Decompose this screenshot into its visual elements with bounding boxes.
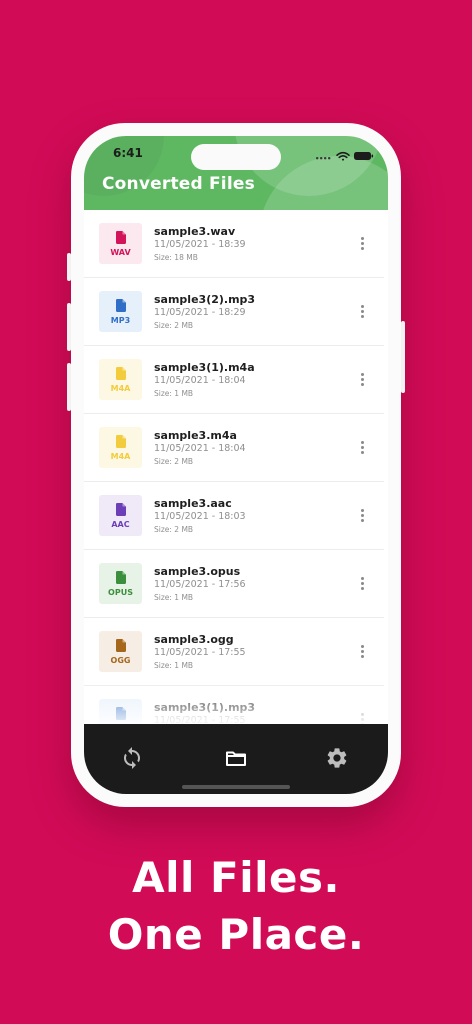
file-name: sample3(2).mp3 [154, 293, 256, 306]
file-extension-label: OGG [110, 656, 131, 665]
file-icon [116, 435, 126, 448]
file-name: sample3.aac [154, 497, 232, 510]
app-screen: 6:41 Converted Files WAV sample3.wav 11/… [84, 136, 388, 794]
file-icon [116, 367, 126, 380]
file-icon [116, 503, 126, 516]
file-icon [116, 571, 126, 584]
file-size: Size: 2 MB [154, 457, 194, 466]
more-options-icon[interactable] [354, 302, 372, 320]
status-time: 6:41 [113, 146, 143, 160]
file-size: Size: 18 MB [154, 253, 198, 262]
tab-convert[interactable] [120, 746, 144, 770]
battery-icon [354, 152, 374, 160]
file-extension-label: AAC [111, 520, 130, 529]
tagline-line-2: One Place. [107, 910, 365, 959]
file-size: Size: 2 MB [154, 525, 194, 534]
file-type-thumbnail: MP3 [99, 699, 142, 724]
file-type-thumbnail: M4A [99, 427, 142, 468]
file-icon [116, 231, 126, 244]
app-header: 6:41 Converted Files [84, 136, 388, 210]
file-list-item[interactable]: M4A sample3.m4a 11/05/2021 - 18:04 Size: 2 … [84, 414, 388, 482]
file-name: sample3.opus [154, 565, 241, 578]
file-size: Size: 1 MB [154, 593, 194, 602]
file-icon [116, 639, 126, 652]
file-date: 11/05/2021 - 18:39 [154, 239, 246, 250]
file-size: Size: 1 MB [154, 661, 194, 670]
file-icon [116, 299, 126, 312]
volume-down-button [67, 363, 71, 411]
power-button [401, 321, 405, 393]
file-list-item[interactable]: AAC sample3.aac 11/05/2021 - 18:03 Size: 2 … [84, 482, 388, 550]
file-list-item[interactable]: OPUS sample3.opus 11/05/2021 - 17:56 Size: … [84, 550, 388, 618]
more-options-icon[interactable] [354, 710, 372, 724]
gear-icon [327, 748, 347, 768]
more-options-icon[interactable] [354, 370, 372, 388]
file-name: sample3.wav [154, 225, 236, 238]
file-type-thumbnail: OGG [99, 631, 142, 672]
sync-icon [124, 747, 140, 769]
more-options-icon[interactable] [354, 234, 372, 252]
file-type-thumbnail: WAV [99, 223, 142, 264]
cellular-signal-icon [316, 157, 331, 160]
file-size: Size: 1 MB [154, 389, 194, 398]
file-name: sample3(1).m4a [154, 361, 255, 374]
dynamic-island [191, 144, 281, 170]
file-date: 11/05/2021 - 18:04 [154, 443, 246, 454]
file-size: Size: 2 MB [154, 321, 194, 330]
file-date: 11/05/2021 - 17:55 [154, 715, 246, 724]
file-list[interactable]: WAV sample3.wav 11/05/2021 - 18:39 Size: 18… [84, 210, 388, 724]
file-icon [116, 707, 126, 720]
more-options-icon[interactable] [354, 438, 372, 456]
more-options-icon[interactable] [354, 506, 372, 524]
file-list-item[interactable]: WAV sample3.wav 11/05/2021 - 18:39 Size: 18… [84, 210, 388, 278]
more-options-icon[interactable] [354, 642, 372, 660]
file-type-thumbnail: M4A [99, 359, 142, 400]
file-type-thumbnail: MP3 [99, 291, 142, 332]
file-list-item[interactable]: MP3 sample3(2).mp3 11/05/2021 - 18:29 Size:… [84, 278, 388, 346]
mute-switch [67, 253, 71, 281]
file-extension-label: OPUS [108, 588, 133, 597]
file-type-thumbnail: AAC [99, 495, 142, 536]
tab-files[interactable] [224, 746, 248, 770]
file-date: 11/05/2021 - 18:29 [154, 307, 246, 318]
status-icons [316, 147, 374, 161]
file-extension-label: MP3 [110, 316, 131, 325]
file-list-item[interactable]: M4A sample3(1).m4a 11/05/2021 - 18:04 Size:… [84, 346, 388, 414]
file-date: 11/05/2021 - 17:56 [154, 579, 246, 590]
file-date: 11/05/2021 - 17:55 [154, 647, 246, 658]
phone-frame: 6:41 Converted Files WAV sample3.wav 11/… [67, 123, 405, 807]
file-extension-label: M4A [110, 452, 131, 461]
tab-settings[interactable] [325, 746, 349, 770]
file-date: 11/05/2021 - 18:03 [154, 511, 246, 522]
file-list-item[interactable]: MP3 sample3(1).mp311/05/2021 - 17:55 [84, 686, 388, 724]
more-options-icon[interactable] [354, 574, 372, 592]
file-extension-label: M4A [110, 384, 131, 393]
volume-up-button [67, 303, 71, 351]
folder-icon [226, 751, 246, 766]
wifi-icon [336, 151, 350, 161]
file-name: sample3.ogg [154, 633, 234, 646]
home-indicator [182, 785, 290, 789]
bottom-tab-bar [84, 724, 388, 794]
file-name: sample3(1).mp3 [154, 701, 256, 714]
page-title: Converted Files [102, 174, 255, 194]
file-type-thumbnail: OPUS [99, 563, 142, 604]
tagline-line-1: All Files. [132, 853, 340, 902]
file-date: 11/05/2021 - 18:04 [154, 375, 246, 386]
file-name: sample3.m4a [154, 429, 237, 442]
file-list-item[interactable]: OGG sample3.ogg 11/05/2021 - 17:55 Size: 1 … [84, 618, 388, 686]
file-extension-label: WAV [110, 248, 131, 257]
